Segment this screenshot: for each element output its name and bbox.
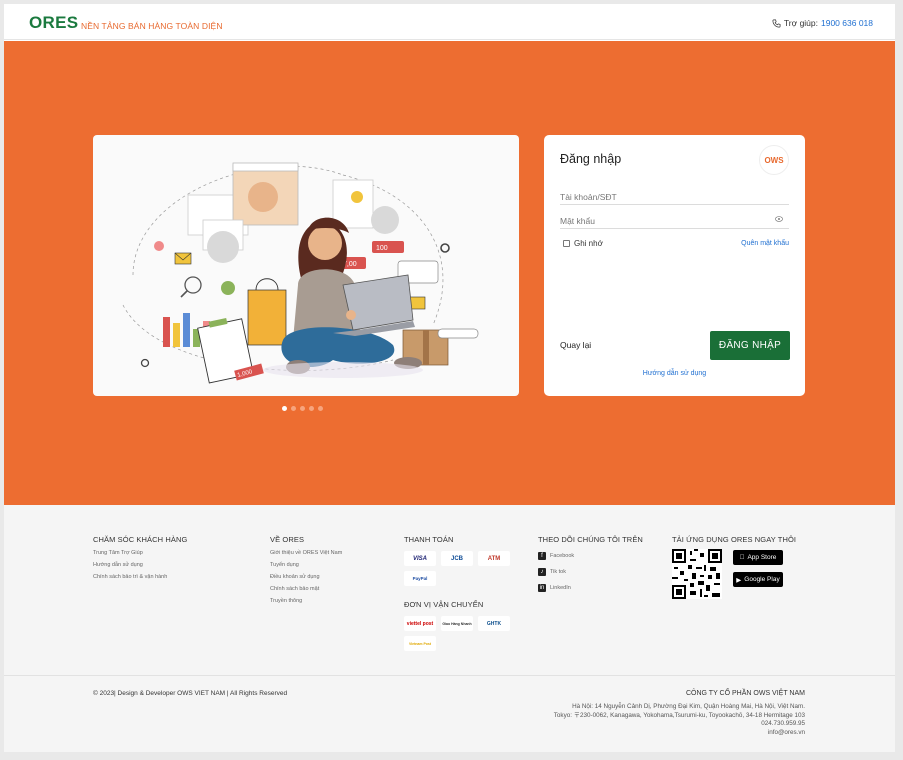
header-slogan: NỀN TẢNG BÁN HÀNG TOÀN DIỆN <box>81 21 223 31</box>
about-title: VỀ ORES <box>270 535 305 544</box>
app-store-label: App Store <box>745 554 776 561</box>
password-field-wrap <box>560 211 789 230</box>
support-links: Trung Tâm Trợ Giúp Hướng dẫn sử dụng Chí… <box>93 550 167 581</box>
password-input[interactable] <box>560 212 789 230</box>
shipping-title: ĐƠN VỊ VẬN CHUYỂN <box>404 600 484 609</box>
carousel-dots <box>282 406 323 411</box>
carousel-dot[interactable] <box>291 406 296 411</box>
apple-icon:  <box>740 554 745 561</box>
qr-code-icon <box>672 549 722 599</box>
ghn-logo: Giao Hàng Nhanh <box>441 616 473 631</box>
remember-checkbox[interactable] <box>563 240 570 247</box>
google-play-button[interactable]: ▶ Google Play <box>733 572 783 587</box>
username-input[interactable] <box>560 188 789 206</box>
back-link[interactable]: Quay lại <box>560 340 591 350</box>
company-info: CÔNG TY CỔ PHẦN OWS VIỆT NAM Hà Nội: 14 … <box>554 690 805 737</box>
linkedin-icon: in <box>538 583 546 592</box>
carousel-dot[interactable] <box>318 406 323 411</box>
remember-label: Ghi nhớ <box>574 239 603 248</box>
footer-divider <box>4 675 895 676</box>
google-play-label: Google Play <box>744 576 780 583</box>
social-links: f Facebook ♪ Tik tok in LinkedIn <box>538 551 574 592</box>
top-header: ORES NỀN TẢNG BÁN HÀNG TOÀN DIỆN Trợ giú… <box>4 4 895 40</box>
address-hanoi: Hà Nội: 14 Nguyễn Cảnh Dị, Phường Đại Ki… <box>572 703 805 710</box>
atm-card-logo: ATM <box>478 551 510 566</box>
carousel-dot[interactable] <box>309 406 314 411</box>
company-name: CÔNG TY CỔ PHẦN OWS VIỆT NAM <box>685 690 805 697</box>
support-title: CHĂM SÓC KHÁCH HÀNG <box>93 535 188 544</box>
footer-link[interactable]: Trung Tâm Trợ Giúp <box>93 550 167 557</box>
about-links: Giới thiệu về ORES Việt Nam Tuyển dụng Đ… <box>270 550 342 605</box>
app-title: TẢI ỨNG DỤNG ORES NGAY THÔI <box>672 535 797 544</box>
help-phone-link[interactable]: 1900 636 018 <box>821 18 873 28</box>
payment-title: THANH TOÁN <box>404 535 454 544</box>
carousel-slide: 7,00 100 1,000 <box>93 135 519 396</box>
login-button[interactable]: ĐĂNG NHẬP <box>710 331 790 360</box>
footer-link[interactable]: Truyền thông <box>270 598 342 605</box>
app-store-button[interactable]:  App Store <box>733 550 783 565</box>
page-frame: ORES NỀN TẢNG BÁN HÀNG TOÀN DIỆN Trợ giú… <box>4 4 895 752</box>
username-field-wrap <box>560 187 789 206</box>
remember-me[interactable]: Ghi nhớ <box>563 239 603 248</box>
help-contact: Trợ giúp: 1900 636 018 <box>772 18 873 28</box>
vnpost-logo: Vietnam Post <box>404 636 436 651</box>
facebook-icon: f <box>538 551 546 560</box>
ows-brand-logo: OWS <box>759 145 789 175</box>
site-footer: CHĂM SÓC KHÁCH HÀNG Trung Tâm Trợ Giúp H… <box>4 505 895 752</box>
visa-logo: VISA <box>404 551 436 566</box>
copyright-text: © 2023| Design & Developer OWS VIET NAM … <box>93 690 288 697</box>
ghtk-logo: GHTK <box>478 616 510 631</box>
user-guide-link[interactable]: Hướng dẫn sử dụng <box>544 370 805 377</box>
carousel-dot[interactable] <box>300 406 305 411</box>
company-phone: 024.730.959.95 <box>761 720 805 727</box>
ores-logo[interactable]: ORES <box>29 13 78 33</box>
address-tokyo: Tokyo: 〒230-0062, Kanagawa, Yokohama,Tsu… <box>553 711 805 719</box>
footer-link[interactable]: Chính sách bảo mật <box>270 586 342 593</box>
hero-section: 7,00 100 1,000 Đăng nhập OWS Tài khoản/S… <box>4 41 895 505</box>
tiktok-label: Tik tok <box>550 568 566 575</box>
phone-icon <box>772 19 781 27</box>
login-title: Đăng nhập <box>560 152 622 166</box>
linkedin-link[interactable]: in LinkedIn <box>538 583 574 592</box>
social-title: THEO DÕI CHÚNG TÔI TRÊN <box>538 535 643 544</box>
eye-icon[interactable] <box>775 216 783 222</box>
company-email[interactable]: info@ores.vn <box>554 729 805 738</box>
brand-logo-text: OWS <box>764 155 784 165</box>
footer-link[interactable]: Tuyển dụng <box>270 562 342 569</box>
login-panel: Đăng nhập OWS Ghi nhớ Quên mật khẩu Quay… <box>544 135 805 396</box>
footer-link[interactable]: Chính sách bảo trì & vận hành <box>93 574 167 581</box>
play-icon: ▶ <box>736 576 742 584</box>
tiktok-link[interactable]: ♪ Tik tok <box>538 567 574 576</box>
footer-link[interactable]: Hướng dẫn sử dụng <box>93 562 167 569</box>
carousel-dot[interactable] <box>282 406 287 411</box>
viettel-post-logo: viettel post <box>404 616 436 631</box>
forgot-password-link[interactable]: Quên mật khẩu <box>741 240 789 247</box>
facebook-link[interactable]: f Facebook <box>538 551 574 560</box>
facebook-label: Facebook <box>550 552 575 559</box>
help-label: Trợ giúp: <box>783 18 818 28</box>
footer-link[interactable]: Giới thiệu về ORES Việt Nam <box>270 550 342 557</box>
footer-link[interactable]: Điều khoản sử dụng <box>270 574 342 581</box>
shopping-illustration: 7,00 100 1,000 <box>122 162 479 384</box>
linkedin-label: LinkedIn <box>550 584 571 591</box>
jcb-logo: JCB <box>441 551 473 566</box>
svg-text:100: 100 <box>376 245 388 252</box>
paypal-logo: PayPal <box>404 571 436 586</box>
tiktok-icon: ♪ <box>538 567 546 576</box>
